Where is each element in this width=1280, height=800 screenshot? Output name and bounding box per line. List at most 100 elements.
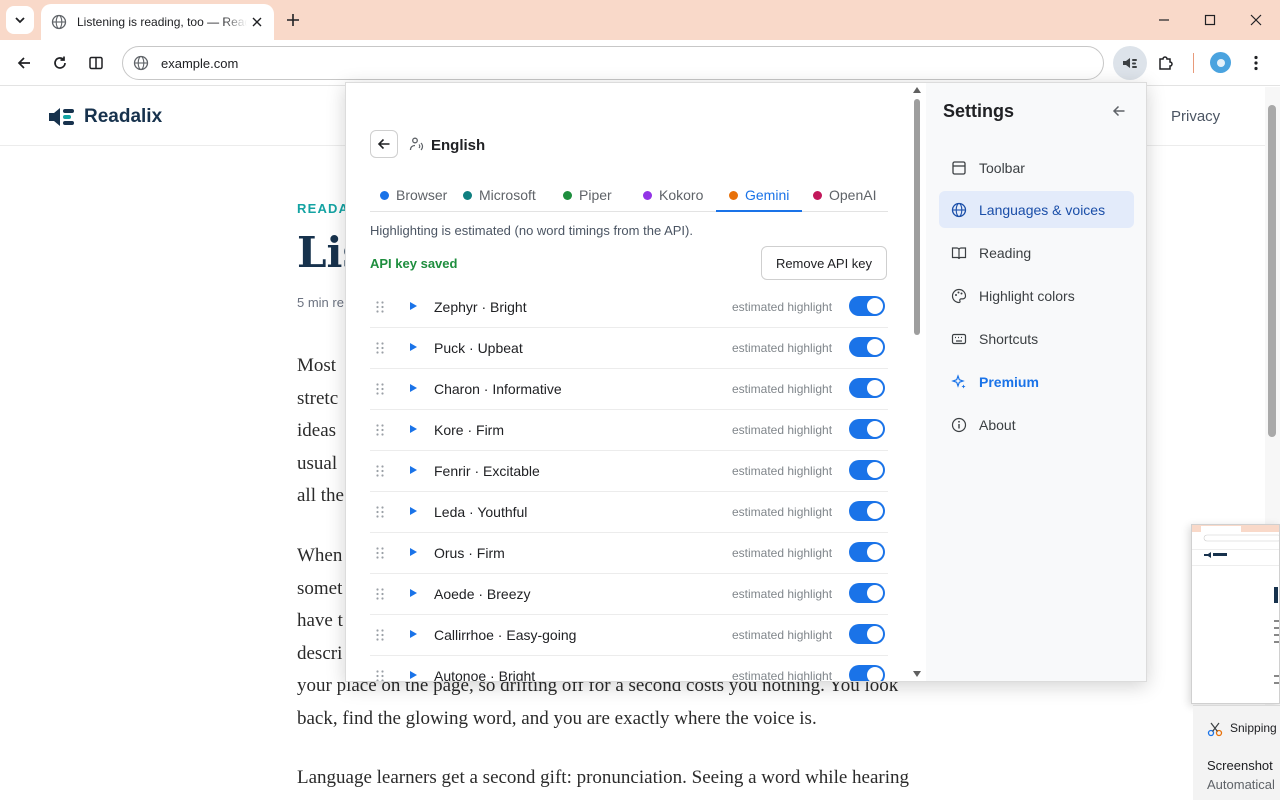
voices-panel: English Browser Microsoft Piper Kokoro G… <box>346 83 926 681</box>
voice-enabled-toggle[interactable] <box>849 542 885 562</box>
readalix-extension-button[interactable] <box>1113 46 1147 80</box>
voice-name: Fenrir · Excitable <box>434 463 540 479</box>
reload-button[interactable] <box>46 49 74 77</box>
voice-enabled-toggle[interactable] <box>849 460 885 480</box>
snipping-notification[interactable]: Snipping Screenshot Automatical <box>1193 705 1280 800</box>
drag-handle-icon[interactable] <box>376 383 384 395</box>
play-preview-icon[interactable] <box>408 629 418 639</box>
voice-name: Leda · Youthful <box>434 504 528 520</box>
settings-item-about[interactable]: About <box>939 406 1134 443</box>
drag-handle-icon[interactable] <box>376 465 384 477</box>
voice-enabled-toggle[interactable] <box>849 583 885 603</box>
settings-item-highlight-colors[interactable]: Highlight colors <box>939 277 1134 314</box>
voice-row[interactable]: Aoede · Breezy estimated highlight <box>370 574 888 615</box>
address-bar[interactable]: example.com <box>122 46 1104 80</box>
voice-row[interactable]: Kore · Firm estimated highlight <box>370 410 888 451</box>
play-preview-icon[interactable] <box>408 424 418 434</box>
globe-icon <box>951 202 967 217</box>
tab-browser[interactable]: Browser <box>380 178 447 212</box>
voice-highlight-note: estimated highlight <box>732 341 833 355</box>
tab-piper[interactable]: Piper <box>563 178 612 212</box>
voice-enabled-toggle[interactable] <box>849 296 885 316</box>
brand-name: Readalix <box>84 106 163 127</box>
play-preview-icon[interactable] <box>408 465 418 475</box>
tab-kokoro[interactable]: Kokoro <box>643 178 703 212</box>
play-preview-icon[interactable] <box>408 342 418 352</box>
tab-search-button[interactable] <box>6 6 34 34</box>
play-preview-icon[interactable] <box>408 670 418 680</box>
close-window-button[interactable] <box>1233 0 1279 40</box>
voice-highlight-note: estimated highlight <box>732 464 833 478</box>
browser-tab[interactable]: Listening is reading, too — Readalix <box>41 4 274 40</box>
popup-scrollbar-thumb[interactable] <box>914 99 920 335</box>
back-button[interactable] <box>370 130 398 158</box>
voice-name: Zephyr · Bright <box>434 299 527 315</box>
drag-handle-icon[interactable] <box>376 670 384 681</box>
split-view-button[interactable] <box>82 49 110 77</box>
voice-row[interactable]: Zephyr · Bright estimated highlight <box>370 287 888 328</box>
settings-item-reading[interactable]: Reading <box>939 234 1134 271</box>
play-preview-icon[interactable] <box>408 301 418 311</box>
notification-heading: Screenshot <box>1207 758 1273 773</box>
engine-dot <box>563 190 572 200</box>
drag-handle-icon[interactable] <box>376 506 384 518</box>
new-tab-button[interactable] <box>282 9 304 31</box>
settings-item-toolbar[interactable]: Toolbar <box>939 149 1134 186</box>
site-logo[interactable]: Readalix <box>48 105 162 129</box>
profile-avatar[interactable] <box>1210 52 1231 73</box>
back-button[interactable] <box>10 49 38 77</box>
drag-handle-icon[interactable] <box>376 547 384 559</box>
voice-row[interactable]: Fenrir · Excitable estimated highlight <box>370 451 888 492</box>
voice-row[interactable]: Autonoe · Bright estimated highlight <box>370 656 888 681</box>
settings-item-premium[interactable]: Premium <box>939 363 1134 400</box>
maximize-icon <box>1204 14 1216 26</box>
drag-handle-icon[interactable] <box>376 342 384 354</box>
drag-handle-icon[interactable] <box>376 629 384 641</box>
settings-item-shortcuts[interactable]: Shortcuts <box>939 320 1134 357</box>
menu-button[interactable] <box>1242 49 1270 77</box>
minimize-button[interactable] <box>1141 0 1187 40</box>
voice-row[interactable]: Puck · Upbeat estimated highlight <box>370 328 888 369</box>
extensions-button[interactable] <box>1152 49 1180 77</box>
popup-scrollbar[interactable] <box>912 85 922 681</box>
maximize-button[interactable] <box>1187 0 1233 40</box>
toggle-knob <box>867 380 883 396</box>
settings-item-languages-voices[interactable]: Languages & voices <box>939 191 1134 228</box>
tab-microsoft[interactable]: Microsoft <box>463 178 536 212</box>
tab-openai[interactable]: OpenAI <box>813 178 876 212</box>
voice-highlight-note: estimated highlight <box>732 546 833 560</box>
voice-enabled-toggle[interactable] <box>849 665 885 681</box>
voice-row[interactable]: Leda · Youthful estimated highlight <box>370 492 888 533</box>
voice-name: Puck · Upbeat <box>434 340 523 356</box>
voice-enabled-toggle[interactable] <box>849 624 885 644</box>
voice-enabled-toggle[interactable] <box>849 419 885 439</box>
page-scrollbar-thumb[interactable] <box>1268 105 1276 437</box>
close-tab-icon[interactable] <box>248 13 266 31</box>
voice-enabled-toggle[interactable] <box>849 337 885 357</box>
drag-handle-icon[interactable] <box>376 588 384 600</box>
play-preview-icon[interactable] <box>408 383 418 393</box>
extension-popup: English Browser Microsoft Piper Kokoro G… <box>345 82 1147 682</box>
scroll-down-arrow-icon <box>913 671 921 677</box>
tab-gemini[interactable]: Gemini <box>729 178 789 212</box>
voice-row[interactable]: Orus · Firm estimated highlight <box>370 533 888 574</box>
screenshot-thumbnail[interactable] <box>1191 524 1280 704</box>
collapse-settings-button[interactable] <box>1109 101 1129 121</box>
snipping-tool-icon <box>1207 722 1223 737</box>
drag-handle-icon[interactable] <box>376 424 384 436</box>
voice-enabled-toggle[interactable] <box>849 378 885 398</box>
voice-row[interactable]: Charon · Informative estimated highlight <box>370 369 888 410</box>
toggle-knob <box>867 544 883 560</box>
voice-row[interactable]: Callirrhoe · Easy-going estimated highlig… <box>370 615 888 656</box>
tab-title: Listening is reading, too — Readalix <box>77 15 247 29</box>
remove-api-key-button[interactable]: Remove API key <box>761 246 887 280</box>
drag-handle-icon[interactable] <box>376 301 384 313</box>
nav-link-privacy[interactable]: Privacy <box>1171 108 1220 125</box>
toggle-knob <box>867 667 883 681</box>
play-preview-icon[interactable] <box>408 588 418 598</box>
voice-name: Callirrhoe · Easy-going <box>434 627 577 643</box>
article-paragraph-1: Most stretc ideas usual all the <box>297 355 344 507</box>
play-preview-icon[interactable] <box>408 506 418 516</box>
play-preview-icon[interactable] <box>408 547 418 557</box>
voice-enabled-toggle[interactable] <box>849 501 885 521</box>
